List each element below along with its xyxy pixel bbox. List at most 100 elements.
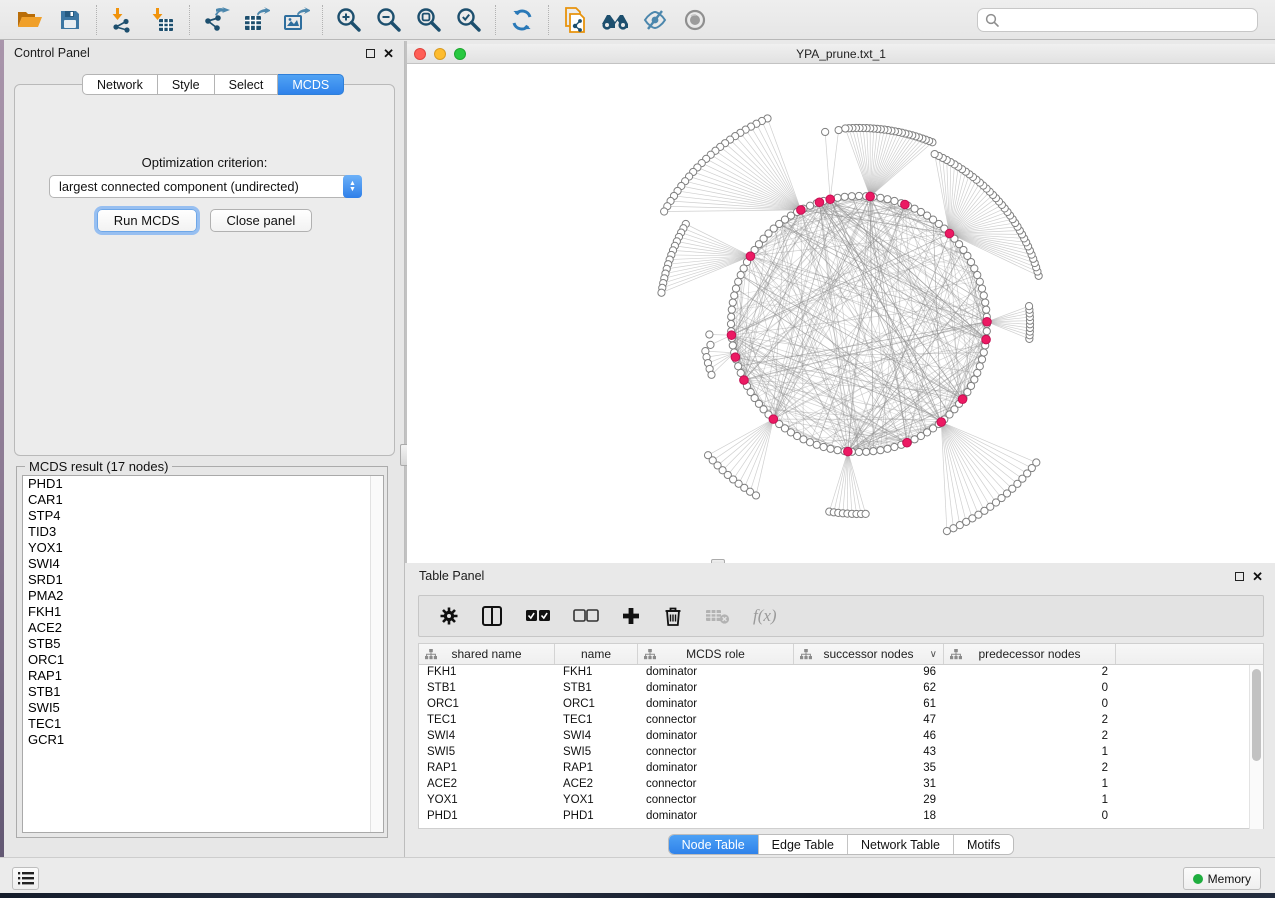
optimization-criterion-select[interactable]: largest connected component (undirected)… [49,175,362,198]
run-mcds-button[interactable]: Run MCDS [97,209,197,232]
mcds-result-item[interactable]: PMA2 [23,588,383,604]
cell: 47 [794,713,944,729]
cell: SWI4 [419,729,555,745]
table-panel-title: Table Panel [419,569,1235,583]
toolbar-separator [189,5,190,35]
clone-network-icon[interactable] [555,3,595,37]
tab-network-table[interactable]: Network Table [848,835,954,854]
hide-graphics-details-icon[interactable] [635,3,675,37]
mcds-result-item[interactable]: RAP1 [23,668,383,684]
import-network-icon[interactable] [103,3,143,37]
mcds-result-item[interactable]: YOX1 [23,540,383,556]
close-panel-icon[interactable]: ✕ [383,49,394,58]
table-row[interactable]: RAP1RAP1dominator352 [419,761,1263,777]
cell: 31 [794,777,944,793]
table-row[interactable]: ORC1ORC1dominator610 [419,697,1263,713]
mcds-result-item[interactable]: FKH1 [23,604,383,620]
cell: RAP1 [555,761,638,777]
mcds-result-list[interactable]: PHD1CAR1STP4TID3YOX1SWI4SRD1PMA2FKH1ACE2… [22,475,384,833]
table-row[interactable]: TEC1TEC1connector472 [419,713,1263,729]
tab-motifs[interactable]: Motifs [954,835,1013,854]
column-header-name[interactable]: name [555,644,638,664]
show-graphics-details-icon[interactable] [675,3,715,37]
add-column-icon[interactable] [621,606,641,626]
table-row[interactable]: ACE2ACE2connector311 [419,777,1263,793]
close-panel-button[interactable]: Close panel [210,209,313,232]
refresh-icon[interactable] [502,3,542,37]
cell: 1 [944,777,1116,793]
table-row[interactable]: SWI5SWI5connector431 [419,745,1263,761]
delete-table-icon[interactable] [705,607,731,625]
column-header-shared-name[interactable]: shared name [419,644,555,664]
table-row[interactable]: PHD1PHD1dominator180 [419,809,1263,825]
cell: 2 [944,713,1116,729]
cell: PHD1 [555,809,638,825]
column-header-MCDS-role[interactable]: MCDS role [638,644,794,664]
tab-mcds[interactable]: MCDS [278,74,344,95]
table-row[interactable]: STB1STB1dominator620 [419,681,1263,697]
mcds-list-scrollbar[interactable] [370,476,383,832]
mcds-result-item[interactable]: SWI4 [23,556,383,572]
task-history-button[interactable] [12,867,39,890]
search-network-icon[interactable] [595,3,635,37]
mcds-result-item[interactable]: SRD1 [23,572,383,588]
tab-network[interactable]: Network [82,74,158,95]
mcds-result-item[interactable]: STB5 [23,636,383,652]
zoom-out-icon[interactable] [369,3,409,37]
mcds-result-item[interactable]: TEC1 [23,716,383,732]
control-panel-tabs: NetworkStyleSelectMCDS [82,74,344,95]
table-row[interactable]: YOX1YOX1connector291 [419,793,1263,809]
column-header-predecessor-nodes[interactable]: predecessor nodes [944,644,1116,664]
status-bar: Memory [0,857,1275,893]
deselect-all-rows-icon[interactable] [573,609,599,623]
search-input[interactable] [1000,10,1257,30]
tab-node-table[interactable]: Node Table [669,835,759,854]
export-image-icon[interactable] [276,3,316,37]
tab-edge-table[interactable]: Edge Table [759,835,848,854]
cell: 62 [794,681,944,697]
mcds-result-item[interactable]: ORC1 [23,652,383,668]
zoom-selected-icon[interactable] [449,3,489,37]
mcds-result-item[interactable]: STP4 [23,508,383,524]
close-table-panel-icon[interactable]: ✕ [1252,572,1263,581]
mcds-result-item[interactable]: GCR1 [23,732,383,748]
function-builder-icon[interactable]: f(x) [753,606,777,626]
table-settings-icon[interactable] [439,606,459,626]
mcds-result-item[interactable]: SWI5 [23,700,383,716]
table-row[interactable]: SWI4SWI4dominator462 [419,729,1263,745]
export-network-icon[interactable] [196,3,236,37]
cell: dominator [638,729,794,745]
select-stepper-icon: ▲▼ [343,175,362,198]
tab-select[interactable]: Select [215,74,279,95]
cell: dominator [638,809,794,825]
network-search-field[interactable] [977,8,1258,32]
delete-column-icon[interactable] [663,605,683,627]
column-header-successor-nodes[interactable]: successor nodes∨ [794,644,944,664]
tab-style[interactable]: Style [158,74,215,95]
network-graph-canvas[interactable] [407,64,1275,562]
network-window-titlebar[interactable]: YPA_prune.txt_1 [407,44,1275,64]
table-scrollbar[interactable] [1249,665,1263,829]
open-file-icon[interactable] [10,3,50,37]
select-all-rows-icon[interactable] [525,609,551,623]
save-session-icon[interactable] [50,3,90,37]
zoom-fit-icon[interactable] [409,3,449,37]
zoom-in-icon[interactable] [329,3,369,37]
export-table-icon[interactable] [236,3,276,37]
memory-button[interactable]: Memory [1183,867,1261,890]
split-table-view-icon[interactable] [481,605,503,627]
float-table-panel-icon[interactable] [1235,572,1244,581]
mcds-result-groupbox: MCDS result (17 nodes) PHD1CAR1STP4TID3Y… [16,466,388,838]
table-scrollbar-thumb[interactable] [1252,669,1261,761]
mcds-result-item[interactable]: ACE2 [23,620,383,636]
cell: 1 [944,793,1116,809]
table-row[interactable]: FKH1FKH1dominator962 [419,665,1263,681]
float-panel-icon[interactable] [366,49,375,58]
mcds-result-item[interactable]: STB1 [23,684,383,700]
mcds-result-item[interactable]: TID3 [23,524,383,540]
mcds-result-item[interactable]: CAR1 [23,492,383,508]
mcds-result-item[interactable]: PHD1 [23,476,383,492]
import-table-icon[interactable] [143,3,183,37]
cell: 2 [944,761,1116,777]
cell: ORC1 [419,697,555,713]
